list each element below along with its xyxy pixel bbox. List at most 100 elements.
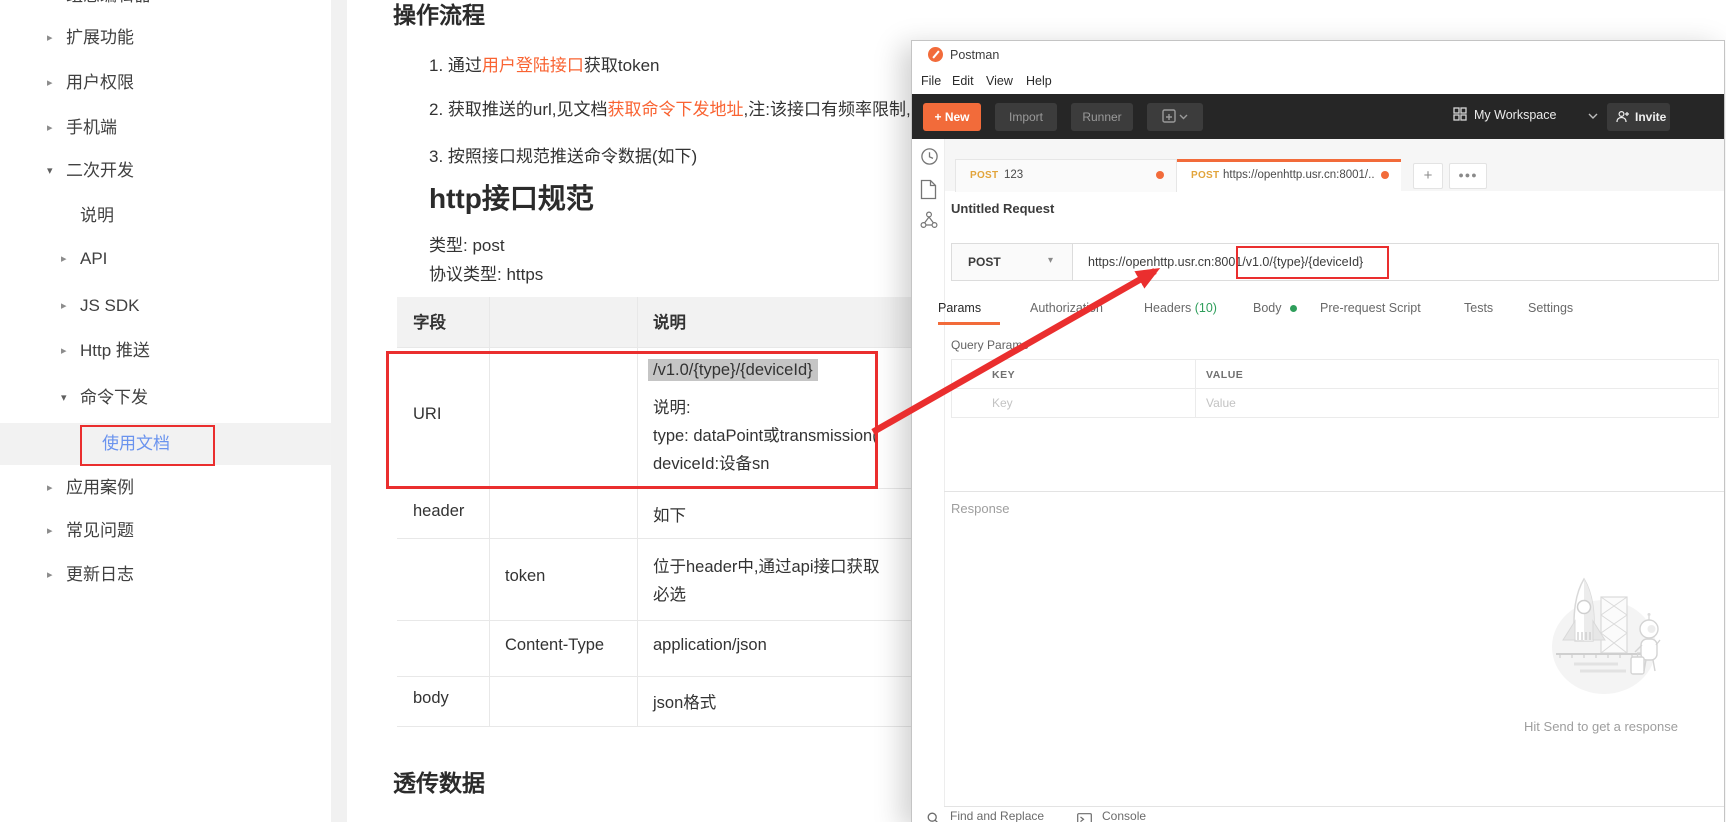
page-root: 组态编辑器 ▸ 扩展功能 ▸ 用户权限 ▸ 手机端 ▾ 二次开发 说明 ▸ AP… [0, 0, 1726, 822]
doc-heading-flow: 操作流程 [393, 0, 485, 30]
sidebar-item-description[interactable]: 说明 [80, 202, 114, 230]
postman-titlebar[interactable]: Postman [912, 41, 1724, 69]
rocket-illustration [1546, 569, 1676, 704]
tab-method-label: POST [970, 170, 998, 181]
method-dropdown[interactable]: POST ▾ [952, 244, 1073, 280]
params-header-row: KEY VALUE [951, 359, 1719, 389]
menu-edit[interactable]: Edit [952, 74, 974, 88]
sidebar-item-command-send[interactable]: ▾ 命令下发 [80, 384, 148, 412]
invite-button[interactable]: Invite [1607, 103, 1670, 131]
sidebar-item-label: 命令下发 [80, 388, 148, 407]
key-input[interactable]: Key [992, 396, 1013, 410]
menu-view[interactable]: View [986, 74, 1013, 88]
url-bar: POST ▾ https://openhttp.usr.cn:8001/v1.0… [951, 243, 1719, 281]
sidebar-item-permissions[interactable]: ▸ 用户权限 [66, 69, 134, 97]
sidebar-item-use-cases[interactable]: ▸ 应用案例 [66, 474, 134, 502]
get-command-url-link[interactable]: 获取命令下发地址 [608, 100, 744, 119]
tab-method-label: POST [1191, 170, 1219, 181]
chevron-down-icon: ▾ [47, 157, 53, 185]
collection-file-icon[interactable] [920, 179, 937, 200]
console-button[interactable]: Console [1102, 809, 1146, 822]
history-icon[interactable] [920, 147, 939, 166]
tab-tests[interactable]: Tests [1464, 301, 1493, 315]
step-text: 2. 获取推送的url,见文档 [429, 100, 608, 119]
sidebar-item-faq[interactable]: ▸ 常见问题 [66, 517, 134, 545]
icon-strip-divider [944, 139, 945, 806]
new-window-button[interactable] [1147, 103, 1203, 131]
cell-header-desc: 如下 [653, 502, 686, 526]
sidebar-item-label: 说明 [80, 206, 114, 225]
tab-authorization[interactable]: Authorization [1030, 301, 1103, 315]
cell-token-desc: 位于header中,通过api接口获取 [653, 553, 879, 577]
sidebar-scrollbar[interactable] [331, 0, 347, 822]
value-input[interactable]: Value [1206, 396, 1236, 410]
menu-help[interactable]: Help [1026, 74, 1052, 88]
cell-token: token [505, 567, 545, 586]
menu-file[interactable]: File [921, 74, 941, 88]
sidebar-item-extensions[interactable]: ▸ 扩展功能 [66, 24, 134, 52]
chevron-right-icon: ▸ [47, 474, 53, 502]
cell-content-type-desc: application/json [653, 636, 767, 655]
unsaved-dot-icon [1156, 171, 1164, 179]
url-input[interactable]: https://openhttp.usr.cn:8001/v1.0/{type}… [1088, 244, 1363, 280]
cell-content-type: Content-Type [505, 636, 604, 655]
sidebar-item-http-push[interactable]: ▸ Http 推送 [80, 337, 150, 365]
params-input-row[interactable]: Key Value [951, 388, 1719, 418]
sidebar-item-changelog[interactable]: ▸ 更新日志 [66, 561, 134, 589]
new-button[interactable]: + New [923, 103, 981, 131]
request-tab-active[interactable]: POST https://openhttp.usr.cn:8001/... [1177, 159, 1401, 194]
statusbar-divider [944, 806, 1724, 807]
empty-response-hint: Hit Send to get a response [1511, 719, 1691, 734]
import-button[interactable]: Import [995, 103, 1057, 131]
tab-body[interactable]: Body [1253, 301, 1282, 315]
find-and-replace-button[interactable]: Find and Replace [950, 809, 1044, 822]
cell-uri-deviceid: deviceId:设备sn [653, 450, 769, 474]
tab-pre-request-script[interactable]: Pre-request Script [1320, 301, 1421, 315]
postman-window: Postman File Edit View Help + New Import… [911, 40, 1725, 822]
chevron-right-icon: ▸ [47, 517, 53, 545]
sidebar-item-configurator[interactable]: 组态编辑器 [66, 0, 151, 10]
cell-uri-desc: 说明: [653, 394, 691, 418]
query-params-label: Query Params [951, 338, 1028, 352]
doc-protocol-line: 协议类型: https [429, 260, 543, 285]
login-api-link[interactable]: 用户登陆接口 [482, 56, 584, 75]
url-highlighted-path: /v1.0/{type}/{deviceId} [1242, 255, 1363, 269]
chevron-right-icon: ▸ [47, 561, 53, 589]
cell-body-desc: json格式 [653, 689, 716, 713]
chevron-right-icon: ▸ [47, 114, 53, 142]
doc-step-2: 2. 获取推送的url,见文档获取命令下发地址,注:该接口有频率限制, [429, 95, 911, 120]
request-tab-123[interactable]: POST 123 [955, 159, 1177, 192]
sidebar-item-api[interactable]: ▸ API [80, 245, 107, 273]
sidebar-item-js-sdk[interactable]: ▸ JS SDK [80, 292, 140, 320]
uri-path-highlighted: /v1.0/{type}/{deviceId} [648, 359, 818, 381]
request-name[interactable]: Untitled Request [951, 201, 1054, 216]
sidebar-item-usage-doc-active[interactable]: 使用文档 [102, 430, 170, 458]
postman-toolbar: + New Import Runner My Workspace [912, 94, 1724, 139]
tab-settings[interactable]: Settings [1528, 301, 1573, 315]
tab-params[interactable]: Params [938, 301, 981, 315]
tab-title: 123 [1004, 169, 1023, 181]
chevron-right-icon: ▸ [61, 292, 67, 320]
cell-body: body [413, 689, 449, 708]
step-text: 获取token [584, 56, 660, 75]
sidebar-item-mobile[interactable]: ▸ 手机端 [66, 114, 117, 142]
response-label: Response [951, 501, 1010, 516]
tab-headers[interactable]: Headers (10) [1144, 301, 1217, 315]
more-icon: ●●● [1458, 170, 1477, 180]
more-tabs-button[interactable]: ●●● [1449, 163, 1487, 189]
window-title: Postman [950, 48, 999, 62]
doc-heading-http-spec: http接口规范 [429, 177, 594, 217]
share-network-icon[interactable] [920, 211, 938, 229]
chevron-down-icon[interactable] [1588, 113, 1598, 119]
tab-title: https://openhttp.usr.cn:8001/... [1223, 169, 1375, 181]
runner-button[interactable]: Runner [1071, 103, 1133, 131]
doc-step-1: 1. 通过用户登陆接口获取token [429, 51, 660, 76]
chevron-down-icon: ▾ [1048, 255, 1053, 266]
add-tab-button[interactable]: + [1413, 163, 1443, 189]
workspace-selector[interactable]: My Workspace [1474, 108, 1556, 122]
sidebar-item-secondary-dev[interactable]: ▾ 二次开发 [66, 157, 134, 185]
method-label: POST [968, 255, 1001, 269]
sidebar-item-label: 使用文档 [102, 434, 170, 453]
plus-icon: + [934, 110, 944, 124]
workspace-grid-icon [1453, 107, 1467, 121]
